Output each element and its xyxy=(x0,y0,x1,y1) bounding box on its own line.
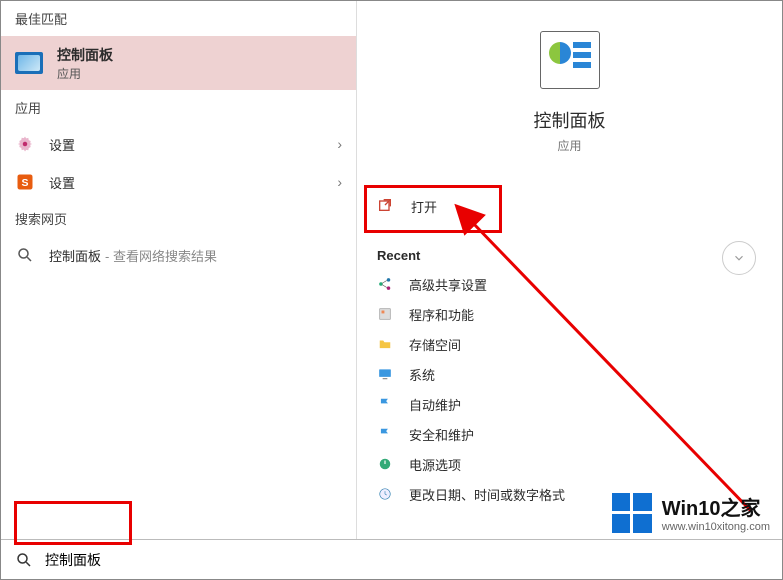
watermark-title: Win10之家 xyxy=(662,492,770,521)
recent-item[interactable]: 安全和维护 xyxy=(357,419,782,449)
search-input[interactable] xyxy=(45,552,295,568)
recent-item[interactable]: 系统 xyxy=(357,359,782,389)
expand-button[interactable] xyxy=(722,241,756,275)
search-bar[interactable] xyxy=(1,539,782,579)
control-panel-icon xyxy=(15,52,43,74)
recent-item[interactable]: 电源选项 xyxy=(357,449,782,479)
clock-icon xyxy=(377,486,393,502)
program-icon xyxy=(377,306,393,322)
app-item-settings-1[interactable]: 设置 › xyxy=(1,125,356,163)
flag-icon xyxy=(377,396,393,412)
best-match-item[interactable]: 控制面板 应用 xyxy=(1,36,356,90)
open-button[interactable]: 打开 xyxy=(357,184,782,228)
app-label: 设置 xyxy=(49,135,75,154)
recent-item[interactable]: 存储空间 xyxy=(357,329,782,359)
recent-item[interactable]: 程序和功能 xyxy=(357,299,782,329)
open-icon xyxy=(377,197,395,216)
share-icon xyxy=(377,276,393,292)
watermark-url: www.win10xitong.com xyxy=(662,521,770,533)
watermark: Win10之家 www.win10xitong.com xyxy=(612,492,770,533)
best-match-subtitle: 应用 xyxy=(57,65,113,82)
svg-text:S: S xyxy=(21,177,28,189)
web-label: 控制面板 xyxy=(49,246,101,265)
windows-logo-icon xyxy=(612,493,652,533)
recent-item[interactable]: 高级共享设置 xyxy=(357,269,782,299)
power-icon xyxy=(377,456,393,472)
chevron-down-icon xyxy=(732,251,746,265)
preview-pane: 控制面板 应用 打开 Recent 高级共享设置 程序和功能 存储空间 系统 xyxy=(356,1,782,541)
gear-icon xyxy=(15,134,35,154)
hero-subtitle: 应用 xyxy=(357,137,782,154)
best-match-header: 最佳匹配 xyxy=(1,1,356,36)
app-label: 设置 xyxy=(49,173,75,192)
app-hero: 控制面板 应用 xyxy=(357,31,782,154)
control-panel-large-icon xyxy=(540,31,600,89)
recent-list: 高级共享设置 程序和功能 存储空间 系统 自动维护 安全和维护 电源选项 更改 xyxy=(357,269,782,509)
chevron-right-icon: › xyxy=(337,136,342,152)
recent-header: Recent xyxy=(357,228,782,269)
sogou-icon: S xyxy=(15,172,35,192)
apps-header: 应用 xyxy=(1,90,356,125)
hero-title: 控制面板 xyxy=(357,107,782,133)
flag-icon xyxy=(377,426,393,442)
web-search-item[interactable]: 控制面板 - 查看网络搜索结果 xyxy=(1,236,356,274)
search-results-pane: 最佳匹配 控制面板 应用 应用 设置 › S 设置 › 搜索网页 控制面板 - … xyxy=(1,1,356,541)
folder-icon xyxy=(377,336,393,352)
search-icon xyxy=(15,245,35,265)
open-label: 打开 xyxy=(411,197,437,216)
web-suffix: - 查看网络搜索结果 xyxy=(105,246,217,265)
app-item-settings-2[interactable]: S 设置 › xyxy=(1,163,356,201)
best-match-title: 控制面板 xyxy=(57,45,113,65)
recent-item[interactable]: 自动维护 xyxy=(357,389,782,419)
web-header: 搜索网页 xyxy=(1,201,356,236)
chevron-right-icon: › xyxy=(337,174,342,190)
search-icon xyxy=(15,551,33,569)
system-icon xyxy=(377,366,393,382)
